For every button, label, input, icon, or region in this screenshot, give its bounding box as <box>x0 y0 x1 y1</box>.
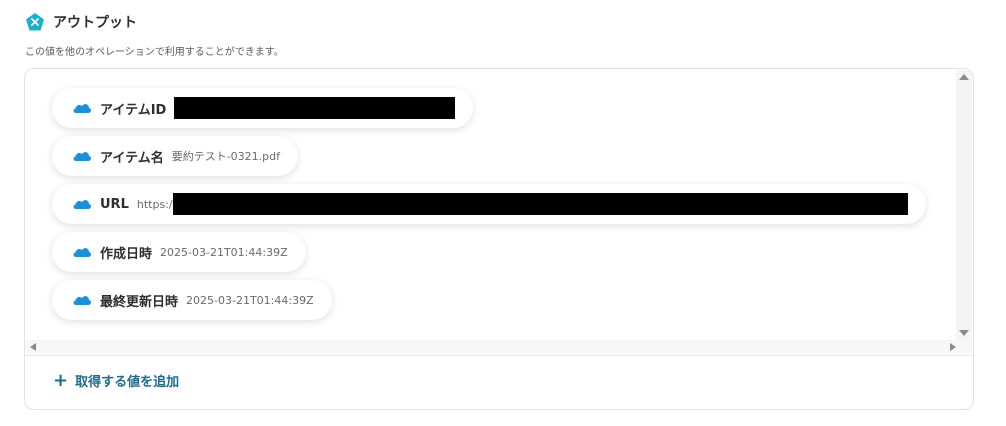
cloud-icon <box>72 102 92 114</box>
output-label: 最終更新日時 <box>100 294 179 310</box>
add-value-button[interactable]: + 取得する値を追加 <box>53 371 179 390</box>
output-chip-item-id[interactable]: アイテムID <box>52 88 474 128</box>
cloud-icon <box>72 294 92 306</box>
divider <box>25 355 973 356</box>
output-panel: アイテムID アイテム名 要約テスト-0321.pdf URL https:/ … <box>24 68 974 410</box>
section-header: アウトプット <box>25 12 137 32</box>
cloud-icon <box>72 150 92 162</box>
scroll-up-arrow-icon[interactable] <box>959 74 969 80</box>
cloud-icon <box>72 246 92 258</box>
output-scroll-area[interactable]: アイテムID アイテム名 要約テスト-0321.pdf URL https:/ … <box>26 70 957 340</box>
section-title: アウトプット <box>53 15 137 31</box>
scroll-down-arrow-icon[interactable] <box>959 330 969 336</box>
output-value: 要約テスト-0321.pdf <box>171 150 281 163</box>
output-chip-modified[interactable]: 最終更新日時 2025-03-21T01:44:39Z <box>52 280 332 320</box>
scroll-right-arrow-icon[interactable] <box>950 343 956 351</box>
output-chip-url[interactable]: URL https:/ <box>52 184 926 224</box>
vertical-scrollbar[interactable] <box>956 70 972 340</box>
output-label: アイテムID <box>100 102 167 118</box>
cloud-icon <box>72 198 92 210</box>
output-label: 作成日時 <box>100 246 153 262</box>
scroll-left-arrow-icon[interactable] <box>30 343 36 351</box>
add-value-label: 取得する値を追加 <box>75 375 180 390</box>
plus-icon: + <box>53 369 69 391</box>
output-chip-created[interactable]: 作成日時 2025-03-21T01:44:39Z <box>52 232 306 272</box>
redacted-value <box>172 193 908 215</box>
output-label: アイテム名 <box>100 150 164 166</box>
horizontal-scrollbar[interactable] <box>26 340 972 354</box>
output-value: 2025-03-21T01:44:39Z <box>186 293 314 307</box>
output-value: 2025-03-21T01:44:39Z <box>160 245 288 259</box>
output-value: https:/ <box>136 197 173 211</box>
redacted-value <box>174 97 456 119</box>
output-label: URL <box>100 196 129 212</box>
output-chip-item-name[interactable]: アイテム名 要約テスト-0321.pdf <box>52 136 299 176</box>
pentagon-x-icon <box>25 12 45 32</box>
section-description: この値を他のオペレーションで利用することができます。 <box>25 47 284 58</box>
